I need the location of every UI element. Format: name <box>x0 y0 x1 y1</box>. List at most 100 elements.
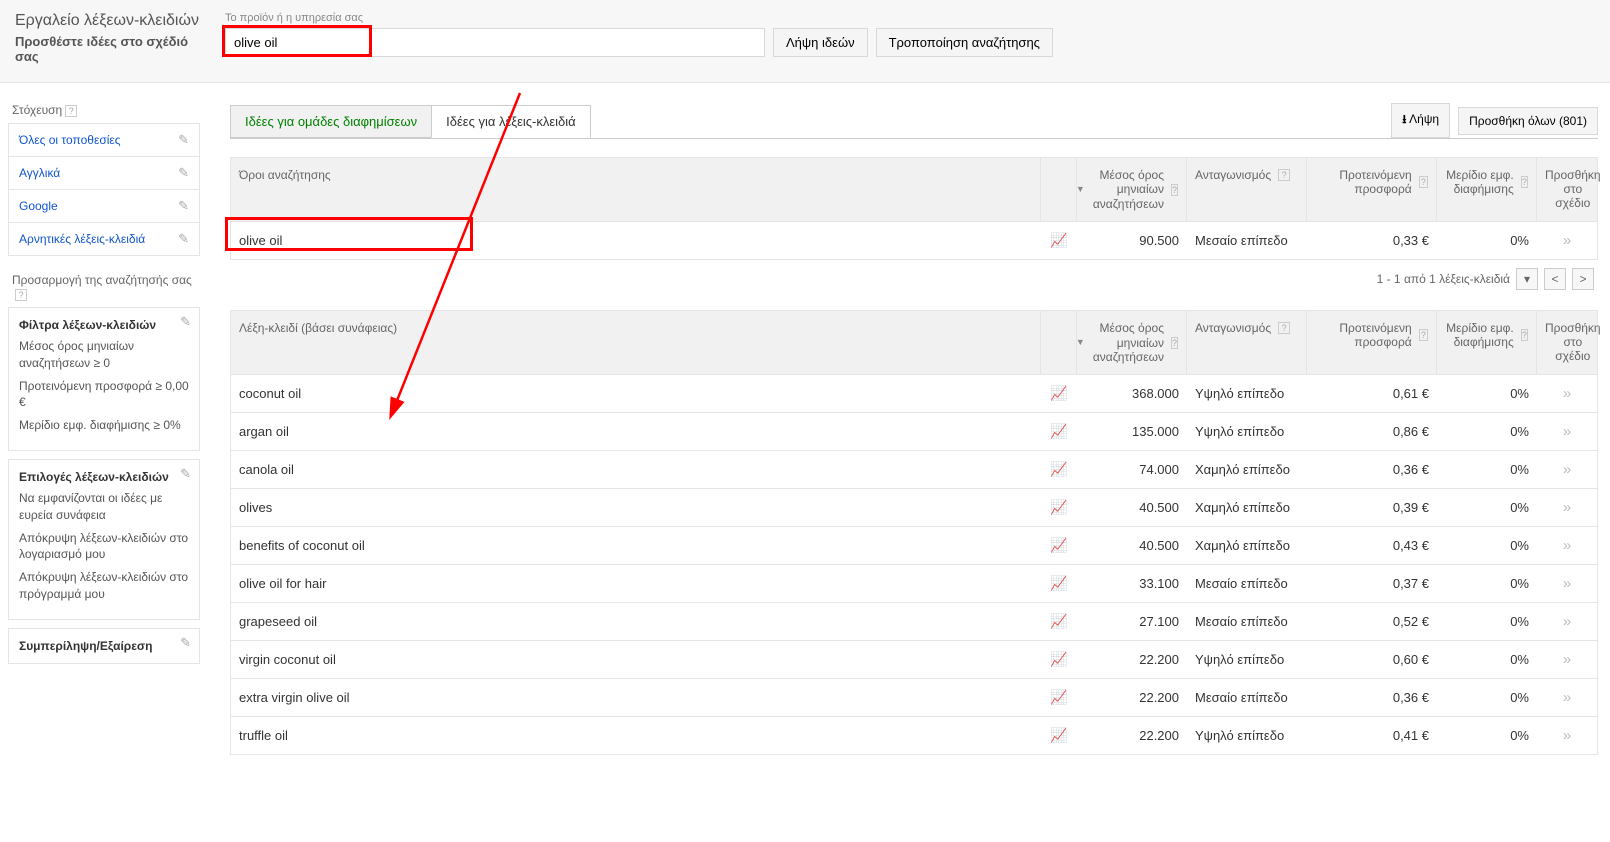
table-row[interactable]: benefits of coconut oil📈40.500Χαμηλό επί… <box>231 526 1597 564</box>
help-icon[interactable]: ? <box>1419 176 1428 188</box>
add-to-plan-button[interactable]: » <box>1563 423 1571 440</box>
chart-icon[interactable]: 📈 <box>1050 423 1067 439</box>
download-button[interactable]: ⭳ Λήψη <box>1391 103 1450 138</box>
table-row[interactable]: olives📈40.500Χαμηλό επίπεδο0,39 €0%» <box>231 488 1597 526</box>
add-to-plan-button[interactable]: » <box>1563 499 1571 516</box>
col-avg-searches[interactable]: Μέσος όρος μηνιαίων αναζητήσεων <box>1093 168 1164 211</box>
pencil-icon[interactable]: ✎ <box>178 132 189 148</box>
searches-cell: 27.100 <box>1077 604 1187 639</box>
chart-icon[interactable]: 📈 <box>1050 575 1067 591</box>
col-add-to-plan: Προσθήκη στο σχέδιο <box>1545 321 1601 363</box>
add-to-plan-button[interactable]: » <box>1563 689 1571 706</box>
chart-icon[interactable]: 📈 <box>1050 613 1067 629</box>
get-ideas-button[interactable]: Λήψη ιδεών <box>773 28 868 57</box>
chart-icon[interactable]: 📈 <box>1050 537 1067 553</box>
include-exclude-box[interactable]: ✎ Συμπερίληψη/Εξαίρεση <box>8 628 200 664</box>
add-all-button[interactable]: Προσθήκη όλων (801) <box>1458 107 1598 135</box>
share-cell: 0% <box>1437 680 1537 715</box>
searches-cell: 74.000 <box>1077 452 1187 487</box>
col-competition[interactable]: Ανταγωνισμός <box>1195 168 1271 182</box>
search-input[interactable] <box>225 28 765 57</box>
chart-icon[interactable]: 📈 <box>1050 385 1067 401</box>
help-icon[interactable]: ? <box>1419 329 1428 341</box>
sort-icon[interactable]: ▼ <box>1076 184 1085 195</box>
share-cell: 0% <box>1437 528 1537 563</box>
table-row[interactable]: extra virgin olive oil📈22.200Μεσαίο επίπ… <box>231 678 1597 716</box>
col-suggested-bid[interactable]: Προτεινόμενη προσφορά <box>1315 168 1412 196</box>
keyword-cell: olive oil for hair <box>231 566 1041 601</box>
add-to-plan-button[interactable]: » <box>1563 613 1571 630</box>
table-row[interactable]: olive oil📈90.500Μεσαίο επίπεδο0,33 €0%» <box>231 221 1597 259</box>
pencil-icon[interactable]: ✎ <box>178 231 189 247</box>
chart-icon[interactable]: 📈 <box>1050 232 1067 248</box>
table-row[interactable]: argan oil📈135.000Υψηλό επίπεδο0,86 €0%» <box>231 412 1597 450</box>
col-search-terms[interactable]: Όροι αναζήτησης <box>239 168 331 182</box>
add-to-plan-button[interactable]: » <box>1563 537 1571 554</box>
chart-icon[interactable]: 📈 <box>1050 727 1067 743</box>
help-icon[interactable]: ? <box>1278 169 1290 181</box>
sidebar-targeting-item[interactable]: Όλες οι τοποθεσίες✎ <box>8 123 200 157</box>
table-row[interactable]: virgin coconut oil📈22.200Υψηλό επίπεδο0,… <box>231 640 1597 678</box>
col-ad-share[interactable]: Μερίδιο εμφ. διαφήμισης <box>1445 168 1514 196</box>
pencil-icon[interactable]: ✎ <box>178 165 189 181</box>
targeting-section-title: Στόχευση? <box>12 103 200 117</box>
add-to-plan-button[interactable]: » <box>1563 651 1571 668</box>
share-cell: 0% <box>1437 642 1537 677</box>
col-ad-share[interactable]: Μερίδιο εμφ. διαφήμισης <box>1445 321 1514 349</box>
table-row[interactable]: olive oil for hair📈33.100Μεσαίο επίπεδο0… <box>231 564 1597 602</box>
pager-dropdown-icon[interactable]: ▾ <box>1516 268 1538 290</box>
pencil-icon[interactable]: ✎ <box>180 635 191 651</box>
help-icon[interactable]: ? <box>15 289 27 301</box>
col-keyword-relevance[interactable]: Λέξη-κλειδί (βάσει συνάφειας) <box>239 321 397 335</box>
add-to-plan-button[interactable]: » <box>1563 232 1571 249</box>
keyword-options-box[interactable]: ✎ Επιλογές λέξεων-κλειδιών Να εμφανίζοντ… <box>8 459 200 620</box>
keyword-filters-box[interactable]: ✎ Φίλτρα λέξεων-κλειδιών Μέσος όρος μηνι… <box>8 307 200 451</box>
col-suggested-bid[interactable]: Προτεινόμενη προσφορά <box>1315 321 1412 349</box>
download-icon: ⭳ <box>1402 112 1406 126</box>
modify-search-button[interactable]: Τροποποίηση αναζήτησης <box>876 28 1053 57</box>
help-icon[interactable]: ? <box>1171 337 1178 349</box>
col-avg-searches[interactable]: Μέσος όρος μηνιαίων αναζητήσεων <box>1093 321 1164 364</box>
add-to-plan-button[interactable]: » <box>1563 385 1571 402</box>
tab-keyword-ideas[interactable]: Ιδέες για λέξεις-κλειδιά <box>431 105 591 138</box>
help-icon[interactable]: ? <box>1521 329 1528 341</box>
competition-cell: Χαμηλό επίπεδο <box>1187 490 1307 525</box>
competition-cell: Μεσαίο επίπεδο <box>1187 604 1307 639</box>
help-icon[interactable]: ? <box>65 105 77 117</box>
keyword-cell: grapeseed oil <box>231 604 1041 639</box>
help-icon[interactable]: ? <box>1521 176 1528 188</box>
share-cell: 0% <box>1437 452 1537 487</box>
add-to-plan-button[interactable]: » <box>1563 575 1571 592</box>
table-row[interactable]: coconut oil📈368.000Υψηλό επίπεδο0,61 €0%… <box>231 374 1597 412</box>
chart-icon[interactable]: 📈 <box>1050 461 1067 477</box>
help-icon[interactable]: ? <box>1171 184 1178 196</box>
bid-cell: 0,36 € <box>1307 452 1437 487</box>
tab-adgroup-ideas[interactable]: Ιδέες για ομάδες διαφημίσεων <box>230 105 432 138</box>
bid-cell: 0,37 € <box>1307 566 1437 601</box>
pager-prev-button[interactable]: < <box>1544 268 1566 290</box>
pencil-icon[interactable]: ✎ <box>180 466 191 482</box>
chart-icon[interactable]: 📈 <box>1050 499 1067 515</box>
add-to-plan-button[interactable]: » <box>1563 461 1571 478</box>
pencil-icon[interactable]: ✎ <box>178 198 189 214</box>
add-to-plan-button[interactable]: » <box>1563 727 1571 744</box>
share-cell: 0% <box>1437 604 1537 639</box>
col-competition[interactable]: Ανταγωνισμός <box>1195 321 1271 335</box>
competition-cell: Υψηλό επίπεδο <box>1187 642 1307 677</box>
pager-next-button[interactable]: > <box>1572 268 1594 290</box>
table-row[interactable]: grapeseed oil📈27.100Μεσαίο επίπεδο0,52 €… <box>231 602 1597 640</box>
table-row[interactable]: truffle oil📈22.200Υψηλό επίπεδο0,41 €0%» <box>231 716 1597 754</box>
competition-cell: Μεσαίο επίπεδο <box>1187 223 1307 258</box>
sidebar-targeting-item[interactable]: Αρνητικές λέξεις-κλειδιά✎ <box>8 222 200 256</box>
chart-icon[interactable]: 📈 <box>1050 651 1067 667</box>
help-icon[interactable]: ? <box>1278 322 1290 334</box>
sidebar-targeting-item[interactable]: Αγγλικά✎ <box>8 156 200 190</box>
pencil-icon[interactable]: ✎ <box>180 314 191 330</box>
bid-cell: 0,86 € <box>1307 414 1437 449</box>
search-field-label: Το προϊόν ή η υπηρεσία σας <box>225 12 1595 24</box>
table-row[interactable]: canola oil📈74.000Χαμηλό επίπεδο0,36 €0%» <box>231 450 1597 488</box>
sidebar-targeting-item[interactable]: Google✎ <box>8 189 200 223</box>
page-subtitle: Προσθέστε ιδέες στο σχέδιό σας <box>15 34 215 64</box>
chart-icon[interactable]: 📈 <box>1050 689 1067 705</box>
sort-icon[interactable]: ▼ <box>1076 337 1085 348</box>
